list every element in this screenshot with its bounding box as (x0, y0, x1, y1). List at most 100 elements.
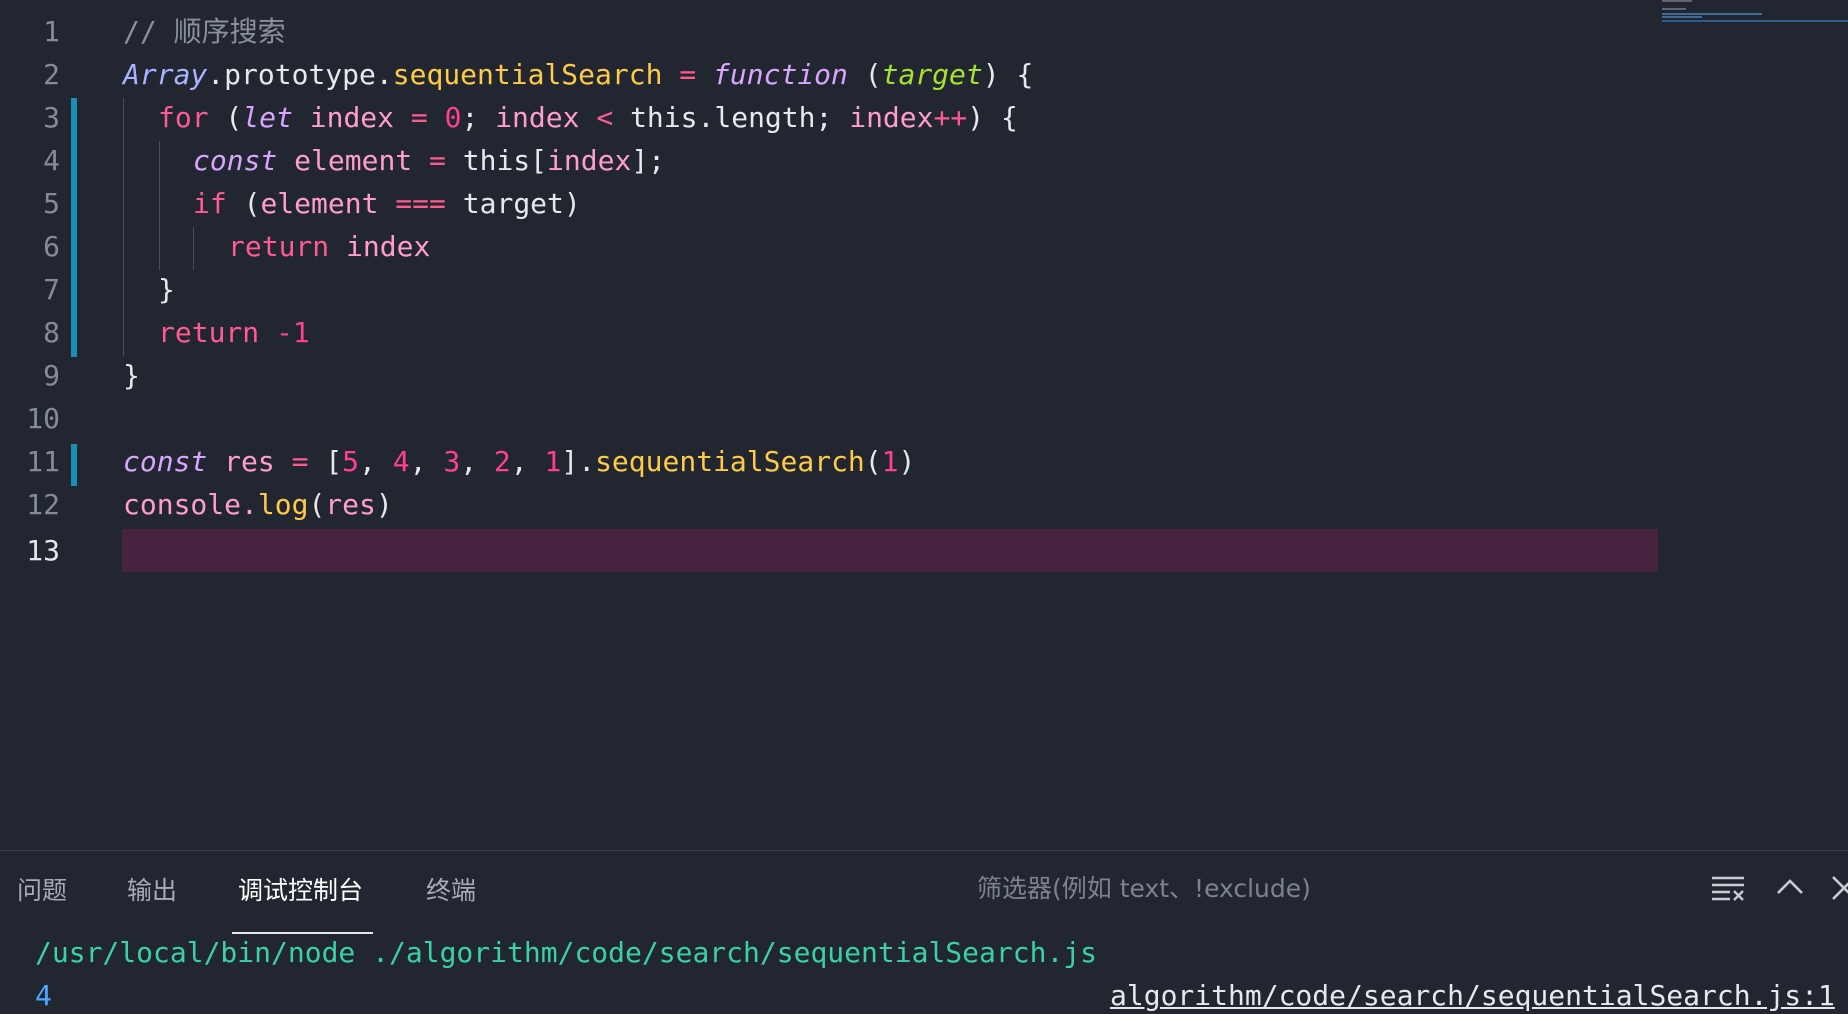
keyword-token: const (193, 144, 278, 177)
line-number: 1 (43, 15, 60, 48)
code-line[interactable]: 6 return index (0, 225, 1848, 268)
operator-token: = (412, 144, 463, 177)
plain-token: ( (864, 445, 882, 478)
line-number: 12 (26, 488, 60, 521)
variable-token: index (495, 101, 580, 134)
plain-token: ( (847, 58, 882, 91)
code-line[interactable]: 10 (0, 397, 1848, 440)
code-text: } (123, 354, 140, 397)
operator-token: < (579, 101, 631, 134)
number-token: 3 (443, 445, 461, 478)
number-token: -1 (259, 316, 310, 349)
tab-problems[interactable]: 问题 (17, 871, 67, 907)
console-command-line: /usr/local/bin/node ./algorithm/code/sea… (35, 936, 1098, 969)
code-text: return -1 (158, 311, 310, 354)
plain-token: ]. (561, 445, 596, 478)
tab-debug-console[interactable]: 调试控制台 (238, 871, 363, 907)
function-token: sequentialSearch (595, 445, 865, 478)
code-editor[interactable]: 1 // 顺序搜索 2 Array.prototype.sequentialSe… (0, 0, 1848, 850)
line-number: 11 (26, 445, 60, 478)
code-text: } (158, 268, 175, 311)
keyword-token: return (158, 316, 260, 349)
variable-token: res (325, 488, 376, 521)
tab-output[interactable]: 输出 (127, 871, 177, 907)
plain-token: , (359, 445, 393, 478)
plain-token: ( (208, 101, 243, 134)
line-number: 13 (26, 534, 60, 567)
function-token: log (257, 488, 309, 521)
keyword-token: return (228, 230, 330, 263)
plain-token: [ (325, 445, 343, 478)
code-line[interactable]: 3 for (let index = 0; index < this.lengt… (0, 96, 1848, 139)
function-token: sequentialSearch (392, 58, 663, 91)
plain-token: ]; (631, 144, 666, 177)
keyword-token: for (158, 101, 209, 134)
filter-input[interactable] (975, 865, 1379, 911)
code-text: const res = [5, 4, 3, 2, 1].sequentialSe… (123, 440, 915, 483)
console-source-link[interactable]: algorithm/code/search/sequentialSearch.j… (1110, 976, 1835, 1014)
line-number: 7 (43, 273, 60, 306)
plain-token: .prototype. (207, 58, 393, 91)
line-number: 4 (43, 144, 60, 177)
variable-token: index (292, 101, 395, 134)
keyword-token: function (713, 58, 848, 91)
operator-token: === (378, 187, 463, 220)
chevron-up-icon[interactable] (1774, 869, 1806, 905)
plain-token: ) { (967, 101, 1018, 134)
code-text: const element = this[index]; (193, 139, 665, 182)
code-text: console.log(res) (123, 483, 393, 526)
line-number: 9 (43, 359, 60, 392)
code-line[interactable]: 9 } (0, 354, 1848, 397)
plain-token: ) (898, 445, 916, 478)
code-line[interactable]: 1 // 顺序搜索 (0, 10, 1848, 53)
number-token: 5 (342, 445, 360, 478)
plain-token: } (158, 273, 175, 306)
clear-console-icon[interactable] (1710, 869, 1746, 905)
plain-token: target) (462, 187, 581, 220)
variable-token: res (207, 445, 275, 478)
plain-token: , (510, 445, 545, 478)
operator-token: = (394, 101, 445, 134)
line-number: 10 (26, 402, 60, 435)
tab-terminal[interactable]: 终端 (426, 871, 476, 907)
close-icon[interactable] (1830, 869, 1848, 905)
plain-token: } (123, 359, 140, 392)
code-line[interactable]: 12 console.log(res) (0, 483, 1848, 526)
variable-token: console. (123, 488, 258, 521)
number-token: 4 (392, 445, 410, 478)
number-token: 0 (444, 101, 462, 134)
parameter-token: target (881, 58, 983, 91)
number-token: 2 (493, 445, 511, 478)
code-line[interactable]: 2 Array.prototype.sequentialSearch = fun… (0, 53, 1848, 96)
comment-token: // 顺序搜索 (123, 15, 286, 48)
operator-token: ++ (933, 101, 968, 134)
code-line[interactable]: 11 const res = [5, 4, 3, 2, 1].sequentia… (0, 440, 1848, 483)
code-line[interactable]: 7 } (0, 268, 1848, 311)
plain-token: ) (375, 488, 393, 521)
variable-token: element (260, 187, 379, 220)
code-text: if (element === target) (193, 182, 581, 225)
variable-token: element (277, 144, 413, 177)
line-number: 8 (43, 316, 60, 349)
code-text: Array.prototype.sequentialSearch = funct… (123, 53, 1033, 96)
code-line[interactable]: 8 return -1 (0, 311, 1848, 354)
variable-token: index (547, 144, 632, 177)
keyword-token: const (123, 445, 208, 478)
line-number: 5 (43, 187, 60, 220)
variable-token: index (849, 101, 934, 134)
variable-token: index (329, 230, 431, 263)
plain-token: ( (308, 488, 326, 521)
plain-token: , (460, 445, 494, 478)
plain-token: ( (226, 187, 261, 220)
code-line[interactable]: 5 if (element === target) (0, 182, 1848, 225)
code-line[interactable]: 13 (0, 529, 1848, 572)
code-text: return index (228, 225, 430, 268)
keyword-token: let (242, 101, 293, 134)
code-text: for (let index = 0; index < this.length;… (158, 96, 1018, 139)
keyword-token: if (193, 187, 227, 220)
plain-token: this[ (462, 144, 548, 177)
operator-token: = (274, 445, 326, 478)
line-number: 2 (43, 58, 60, 91)
plain-token: this.length; (630, 101, 850, 134)
code-line[interactable]: 4 const element = this[index]; (0, 139, 1848, 182)
